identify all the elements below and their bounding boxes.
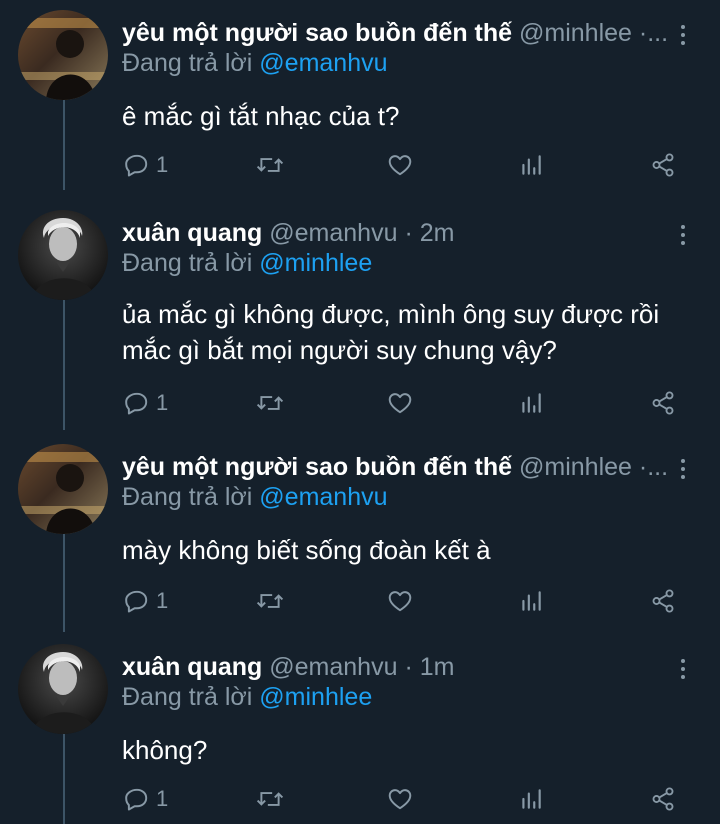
mention-link[interactable]: @emanhvu — [259, 49, 387, 77]
reply-count: 1 — [156, 786, 169, 811]
analytics-icon — [522, 155, 541, 175]
reply-count: 1 — [156, 390, 169, 415]
replying-to: Đang trả lời @emanhvu — [122, 46, 388, 80]
avatar[interactable] — [18, 10, 108, 100]
tweet-actions: 1 — [122, 782, 682, 816]
share-icon — [652, 787, 674, 811]
like-button[interactable] — [387, 148, 413, 182]
replying-to: Đang trả lời @emanhvu — [122, 480, 388, 514]
reply-icon — [125, 590, 148, 613]
reply-button[interactable]: 1 — [124, 782, 168, 816]
tweet-text-line: mắc gì bắt mọi người suy chung vậy? — [122, 335, 557, 365]
reply-count: 1 — [156, 152, 169, 177]
analytics-button[interactable] — [518, 782, 544, 816]
minhlee-avatar-image — [18, 444, 108, 534]
display-name[interactable]: xuân quang — [122, 219, 262, 247]
analytics-icon — [522, 393, 541, 413]
retweet-button[interactable] — [256, 148, 284, 182]
like-button[interactable] — [387, 782, 413, 816]
tweet[interactable]: yêu một người sao buồn đến thế @minhlee … — [0, 10, 720, 200]
reply-icon — [125, 788, 148, 811]
mention-link[interactable]: @emanhvu — [259, 483, 387, 511]
username[interactable]: @emanhvu — [269, 219, 397, 247]
heart-icon — [388, 393, 412, 414]
emanhvu-avatar-image — [18, 644, 108, 734]
reply-icon — [125, 154, 148, 177]
analytics-icon — [522, 591, 541, 611]
analytics-button[interactable] — [518, 148, 544, 182]
tweet-time: · 2m — [404, 219, 455, 247]
share-icon — [652, 153, 674, 177]
analytics-icon — [522, 789, 541, 809]
tweet[interactable]: xuân quang @emanhvu · 2m Đang trả lời @m… — [0, 210, 720, 440]
tweet-actions: 1 — [122, 584, 682, 618]
mention-link[interactable]: @minhlee — [259, 249, 372, 277]
retweet-button[interactable] — [256, 584, 284, 618]
replying-prefix: Đang trả lời — [122, 249, 253, 277]
retweet-icon — [256, 158, 284, 172]
display-name[interactable]: yêu một người sao buồn đến thế — [122, 19, 512, 47]
like-button[interactable] — [387, 584, 413, 618]
display-name[interactable]: yêu một người sao buồn đến thế — [122, 453, 512, 481]
share-button[interactable] — [650, 782, 676, 816]
username[interactable]: @emanhvu — [269, 653, 397, 681]
more-options-icon[interactable] — [672, 218, 694, 252]
tweet-text: không? — [122, 735, 208, 765]
more-options-icon[interactable] — [672, 18, 694, 52]
retweet-button[interactable] — [256, 782, 284, 816]
replying-prefix: Đang trả lời — [122, 683, 253, 711]
display-name[interactable]: xuân quang — [122, 653, 262, 681]
retweet-icon — [256, 594, 284, 608]
tweet-header: xuân quang @emanhvu · 2m — [122, 216, 672, 250]
username[interactable]: @minhlee — [519, 19, 632, 47]
username[interactable]: @minhlee — [519, 453, 632, 481]
tweet-actions: 1 — [122, 148, 682, 182]
tweet-time: ·... — [638, 453, 669, 481]
share-button[interactable] — [650, 584, 676, 618]
tweet-text: ê mắc gì tắt nhạc của t? — [122, 101, 400, 131]
tweet-header: yêu một người sao buồn đến thế @minhlee … — [122, 450, 672, 484]
share-button[interactable] — [650, 386, 676, 420]
tweet-time: · 1m — [404, 653, 455, 681]
tweet-time: ·... — [638, 19, 669, 47]
minhlee-avatar-image — [18, 10, 108, 100]
tweet[interactable]: yêu một người sao buồn đến thế @minhlee … — [0, 444, 720, 634]
tweet-text: ủa mắc gì không được, mình ông suy được … — [122, 296, 682, 368]
tweet-text-line: ủa mắc gì không được, mình ông suy được … — [122, 299, 660, 329]
reply-button[interactable]: 1 — [124, 584, 168, 618]
emanhvu-avatar-image — [18, 210, 108, 300]
replying-prefix: Đang trả lời — [122, 483, 253, 511]
tweet-actions: 1 — [122, 386, 682, 420]
heart-icon — [388, 591, 412, 612]
retweet-button[interactable] — [256, 386, 284, 420]
more-options-icon[interactable] — [672, 652, 694, 686]
reply-count: 1 — [156, 588, 169, 613]
reply-icon — [125, 392, 148, 415]
replying-prefix: Đang trả lời — [122, 49, 253, 77]
reply-button[interactable]: 1 — [124, 148, 168, 182]
share-icon — [652, 391, 674, 415]
retweet-icon — [256, 792, 284, 806]
analytics-button[interactable] — [518, 386, 544, 420]
analytics-button[interactable] — [518, 584, 544, 618]
tweet-text: mày không biết sống đoàn kết à — [122, 535, 491, 565]
tweet[interactable]: xuân quang @emanhvu · 1m Đang trả lời @m… — [0, 644, 720, 824]
heart-icon — [388, 789, 412, 810]
replying-to: Đang trả lời @minhlee — [122, 246, 372, 280]
share-button[interactable] — [650, 148, 676, 182]
replying-to: Đang trả lời @minhlee — [122, 680, 372, 714]
mention-link[interactable]: @minhlee — [259, 683, 372, 711]
reply-button[interactable]: 1 — [124, 386, 168, 420]
avatar[interactable] — [18, 644, 108, 734]
avatar[interactable] — [18, 210, 108, 300]
tweet-header: xuân quang @emanhvu · 1m — [122, 650, 672, 684]
retweet-icon — [256, 396, 284, 410]
avatar[interactable] — [18, 444, 108, 534]
share-icon — [652, 589, 674, 613]
more-options-icon[interactable] — [672, 452, 694, 486]
like-button[interactable] — [387, 386, 413, 420]
heart-icon — [388, 155, 412, 176]
tweet-header: yêu một người sao buồn đến thế @minhlee … — [122, 16, 672, 50]
